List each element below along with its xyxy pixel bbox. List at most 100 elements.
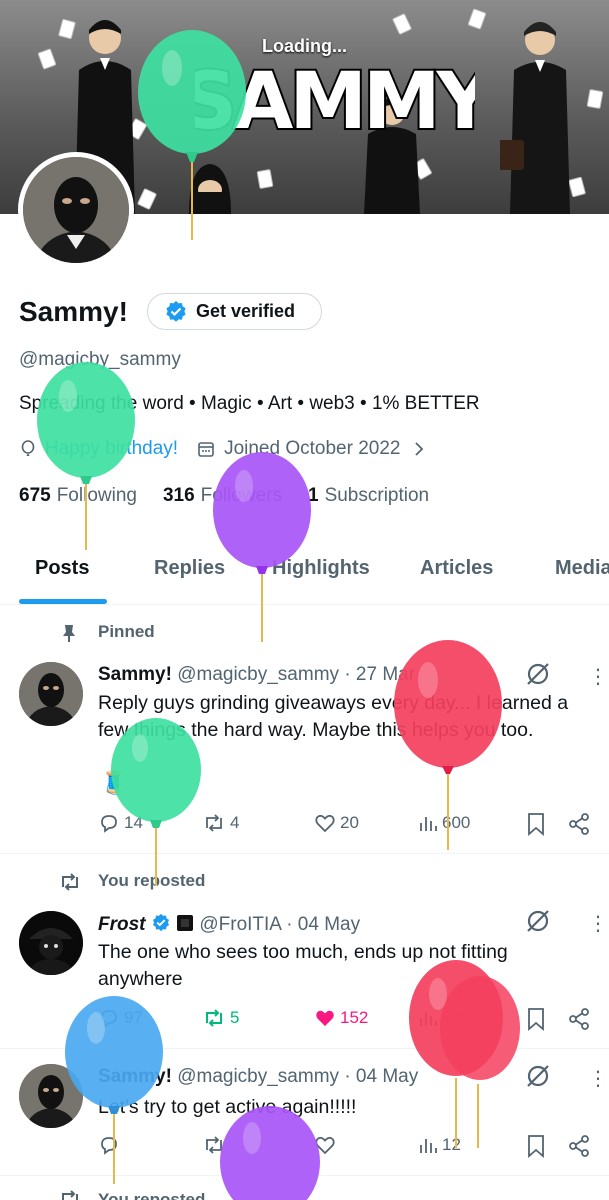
masked-man-avatar-icon — [19, 1064, 83, 1128]
post-header: Frost @FroITIA · 04 May — [98, 913, 360, 936]
repost-icon — [62, 873, 78, 891]
post-author-handle[interactable]: @FroITIA — [199, 914, 281, 935]
share-icon[interactable] — [568, 1007, 590, 1031]
view-count: 600 — [442, 813, 471, 832]
post-date[interactable]: · 27 Mar — [344, 664, 415, 685]
post-header: Sammy! @magicby_sammy · 27 Mar — [98, 664, 415, 686]
reply-button[interactable]: 14 — [98, 812, 143, 834]
get-verified-label: Get verified — [196, 301, 296, 321]
view-count: 10K — [442, 1008, 473, 1027]
views-icon — [420, 1139, 437, 1153]
masked-man-avatar-icon — [19, 662, 83, 726]
playing-card-decoration — [391, 12, 413, 36]
repost-icon — [206, 1136, 222, 1154]
calendar-icon — [198, 442, 214, 457]
post-actions: 14 4 20 600 — [98, 812, 598, 840]
reply-count: 14 — [124, 813, 143, 832]
followers-link[interactable]: 316 Followers — [163, 485, 282, 507]
post-text: The one who sees too much, ends up not f… — [98, 941, 508, 990]
post-author-name[interactable]: Frost — [98, 914, 146, 935]
tab-posts[interactable]: Posts — [35, 557, 89, 580]
views-button[interactable]: 10K — [418, 1007, 472, 1029]
grok-icon[interactable] — [524, 1062, 552, 1090]
verified-badge-icon — [152, 913, 169, 932]
thread-icon: 🧵 — [100, 770, 128, 795]
profile-bio: Spreading the word • Magic • Art • web3 … — [19, 393, 480, 414]
pin-icon — [63, 625, 75, 642]
playing-card-decoration — [467, 8, 487, 30]
profile-meta: Happy birthday! Joined October 2022 — [19, 438, 426, 460]
views-button[interactable]: 12 — [418, 1134, 461, 1156]
share-icon[interactable] — [568, 812, 590, 836]
tab-media[interactable]: Media — [555, 557, 609, 580]
reply-button[interactable] — [98, 1134, 124, 1156]
more-options-icon[interactable]: ⋮ — [588, 664, 608, 689]
view-count: 12 — [442, 1135, 461, 1154]
tab-replies[interactable]: Replies — [154, 557, 225, 580]
profile-handle: @magicby_sammy — [19, 349, 181, 370]
post-date[interactable]: · 04 May — [286, 914, 360, 935]
subscription-label: Subscription — [324, 485, 430, 506]
views-icon — [420, 1012, 437, 1026]
post-author-handle[interactable]: @magicby_sammy — [177, 664, 339, 685]
bookmark-icon[interactable] — [526, 1007, 546, 1031]
like-count: 20 — [340, 813, 359, 832]
more-options-icon[interactable]: ⋮ — [588, 911, 608, 936]
like-button[interactable]: 20 — [314, 812, 359, 834]
grok-icon[interactable] — [524, 907, 552, 935]
birthday-link[interactable]: Happy birthday! — [45, 438, 178, 460]
post-text: Let's try to get active again!!!!! — [98, 1096, 357, 1118]
reply-button[interactable]: 97 — [98, 1007, 143, 1029]
post-date[interactable]: · 04 May — [344, 1066, 418, 1087]
profile-tabs: Posts Replies Highlights Articles Media — [0, 545, 609, 605]
grok-icon[interactable] — [524, 660, 552, 688]
post-actions: 97 5 152 10K — [98, 1007, 598, 1035]
repost-button[interactable] — [202, 1134, 230, 1156]
tab-articles[interactable]: Articles — [420, 557, 493, 580]
hooded-figure-avatar-icon — [19, 911, 83, 975]
post-author-name[interactable]: Sammy! — [98, 1066, 172, 1087]
svg-text:SAMMY: SAMMY — [195, 57, 475, 147]
repost-button[interactable]: 5 — [202, 1007, 239, 1029]
post-avatar[interactable] — [19, 1064, 83, 1128]
post-author-handle[interactable]: @magicby_sammy — [177, 1066, 339, 1087]
subscription-link[interactable]: 1 Subscription — [308, 485, 429, 507]
post-context-label: You reposted — [98, 871, 206, 890]
post-item[interactable]: You reposted Frost @FroITIA · 04 May ⋮ T… — [0, 855, 609, 1049]
following-link[interactable]: 675 Following — [19, 485, 137, 507]
repost-count: 4 — [230, 813, 240, 832]
like-count: 152 — [340, 1008, 369, 1027]
reply-count: 97 — [124, 1008, 143, 1027]
bookmark-icon[interactable] — [526, 812, 546, 836]
profile-avatar[interactable] — [18, 152, 134, 268]
followers-count: 316 — [162, 485, 195, 506]
heart-icon — [315, 814, 335, 833]
post-item[interactable]: Sammy! @magicby_sammy · 04 May ⋮ Let's t… — [0, 1050, 609, 1176]
heart-icon — [315, 1136, 335, 1155]
like-button[interactable]: 152 — [314, 1007, 368, 1029]
more-options-icon[interactable]: ⋮ — [588, 1066, 608, 1091]
tab-highlights[interactable]: Highlights — [272, 557, 370, 580]
post-author-name[interactable]: Sammy! — [98, 664, 172, 685]
repost-button[interactable]: 4 — [202, 812, 239, 834]
following-label: Following — [56, 485, 137, 506]
views-button[interactable]: 600 — [418, 812, 470, 834]
share-icon[interactable] — [568, 1134, 590, 1158]
bookmark-icon[interactable] — [526, 1134, 546, 1158]
balloon-icon — [21, 440, 35, 456]
verified-badge-icon — [166, 300, 186, 322]
post-avatar[interactable] — [19, 911, 83, 975]
loading-text: Loading... — [262, 36, 347, 56]
like-button[interactable] — [314, 1134, 340, 1156]
following-count: 675 — [19, 485, 51, 506]
post-context-label: You reposted — [98, 1190, 206, 1200]
playing-card-decoration — [586, 88, 604, 110]
post-context-label: Pinned — [98, 622, 155, 641]
active-tab-indicator — [19, 599, 107, 604]
chevron-right-icon[interactable] — [412, 440, 426, 458]
affiliate-badge-icon — [177, 915, 194, 931]
get-verified-button[interactable]: Get verified — [147, 293, 322, 330]
post-avatar[interactable] — [19, 662, 83, 726]
post-item[interactable]: Pinned Sammy! @magicby_sammy · 27 Mar ⋮ … — [0, 606, 609, 854]
hooded-figure-illustration — [189, 164, 231, 214]
